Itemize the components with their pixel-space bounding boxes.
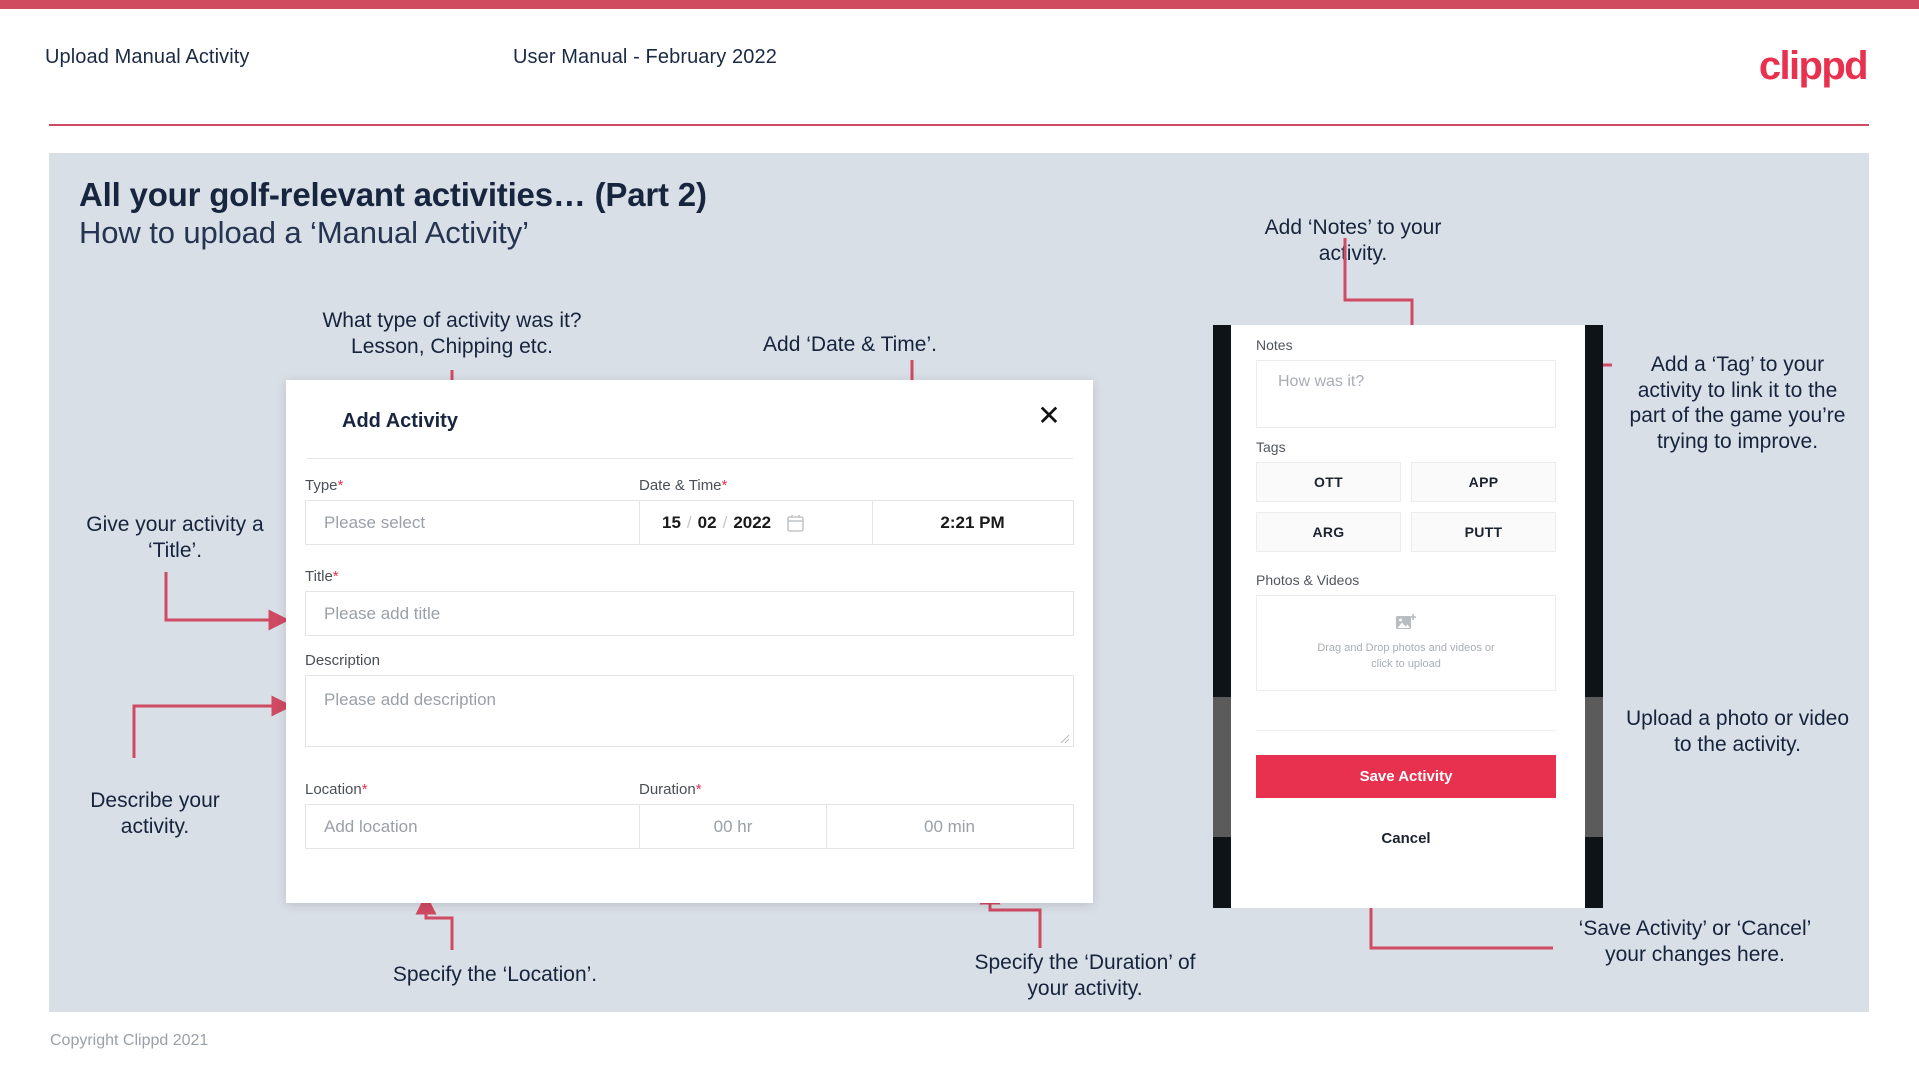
duration-minutes-input[interactable]: 00 min (826, 817, 1073, 837)
tag-button-ott[interactable]: OTT (1256, 462, 1401, 502)
time-value: 2:21 PM (940, 512, 1005, 532)
header-center-title: User Manual - February 2022 (513, 46, 777, 68)
notes-placeholder: How was it? (1278, 373, 1365, 390)
top-accent-bar (0, 0, 1919, 9)
type-placeholder: Please select (324, 512, 426, 532)
date-input[interactable]: 15 / 02 / 2022 (640, 513, 872, 533)
annotation-upload: Upload a photo or video to the activity. (1626, 707, 1849, 756)
title-label-text: Title (305, 568, 333, 585)
annotation-description-line2: activity. (120, 814, 190, 838)
tags-label: Tags (1256, 439, 1286, 455)
tag-button-app[interactable]: APP (1411, 462, 1556, 502)
dropzone-line1: Drag and Drop photos and videos or (1317, 642, 1495, 655)
description-label-text: Description (305, 652, 381, 669)
annotation-description: Describe your activity. (40, 788, 270, 839)
page-subtitle: How to upload a ‘Manual Activity’ (79, 215, 529, 250)
duration-hours-input[interactable]: 00 hr (640, 817, 826, 837)
location-label: Location* (305, 781, 368, 798)
dialog-title: Add Activity (342, 410, 458, 432)
date-year: 2022 (733, 512, 772, 532)
datetime-label: Date & Time* (639, 477, 727, 494)
resize-grip-icon[interactable] (1058, 732, 1070, 744)
duration-minutes-placeholder: 00 min (923, 816, 976, 836)
dropzone-text: Drag and Drop photos and videos or click… (1317, 641, 1494, 673)
copyright-text: Copyright Clippd 2021 (50, 1032, 209, 1049)
clippd-logo: clippd (1758, 44, 1869, 88)
datetime-divider (872, 501, 873, 544)
annotation-notes: Add ‘Notes’ to your activity. (1218, 215, 1488, 266)
annotation-title: Give your activity a ‘Title’. (40, 512, 310, 563)
annotation-title-line2: ‘Title’. (147, 538, 203, 562)
annotation-description-line1: Describe your (90, 789, 220, 812)
date-sep-2: / (722, 512, 728, 532)
notes-label: Notes (1256, 337, 1293, 353)
annotation-type-line1: What type of activity was it? (322, 309, 582, 332)
datetime-required: * (721, 477, 728, 494)
dialog-divider (307, 458, 1073, 459)
description-textarea[interactable]: Please add description (305, 675, 1074, 747)
notes-textarea[interactable] (1256, 360, 1556, 428)
add-image-icon (1396, 614, 1416, 630)
phone-left-scrollbar[interactable] (1213, 697, 1231, 837)
description-label: Description (305, 652, 380, 669)
annotation-title-line1: Give your activity a (86, 513, 264, 536)
annotation-type-line2: Lesson, Chipping etc. (351, 334, 553, 358)
description-placeholder: Please add description (324, 690, 497, 709)
tag-button-putt[interactable]: PUTT (1411, 512, 1556, 552)
duration-hours-placeholder: 00 hr (713, 816, 753, 836)
title-label: Title* (305, 568, 339, 585)
phone-right-scrollbar[interactable] (1585, 697, 1603, 837)
close-icon[interactable]: ✕ (1034, 402, 1064, 432)
header-left-title: Upload Manual Activity (45, 46, 250, 68)
annotation-datetime: Add ‘Date & Time’. (763, 333, 937, 356)
title-placeholder: Please add title (324, 603, 441, 623)
title-input[interactable]: Please add title (305, 591, 1074, 636)
title-required: * (332, 568, 339, 585)
location-input[interactable]: Add location (305, 804, 677, 849)
location-required: * (361, 781, 368, 798)
save-activity-button[interactable]: Save Activity (1256, 755, 1556, 798)
duration-required: * (695, 781, 702, 798)
location-label-text: Location (305, 781, 362, 798)
annotation-save-cancel: ‘Save Activity’ or ‘Cancel’ your changes… (1578, 917, 1812, 966)
phone-preview: Notes How was it? Tags OTT APP ARG PUTT … (1213, 325, 1603, 908)
duration-label-text: Duration (639, 781, 696, 798)
cancel-button[interactable]: Cancel (1256, 830, 1556, 847)
type-required: * (337, 477, 344, 494)
date-sep-1: / (686, 512, 692, 532)
date-month: 02 (697, 512, 717, 532)
phone-divider (1256, 730, 1556, 731)
type-label: Type* (305, 477, 343, 494)
dropzone-line2: click to upload (1371, 658, 1441, 670)
annotation-notes-line1: Add ‘Notes’ to your (1264, 216, 1442, 239)
page-title: All your golf-relevant activities… (Part… (79, 176, 707, 213)
duration-divider (826, 805, 827, 848)
header-divider (49, 124, 1869, 126)
type-label-text: Type (305, 477, 338, 494)
type-select[interactable]: Please select (305, 500, 677, 545)
annotation-notes-line2: activity. (1318, 241, 1388, 265)
location-placeholder: Add location (324, 816, 418, 836)
annotation-type: What type of activity was it? Lesson, Ch… (292, 308, 612, 359)
photos-label: Photos & Videos (1256, 572, 1360, 588)
photo-dropzone[interactable]: Drag and Drop photos and videos or click… (1256, 595, 1556, 691)
date-day: 15 (662, 512, 681, 532)
annotation-duration: Specify the ‘Duration’ of your activity. (974, 951, 1196, 1000)
calendar-icon[interactable] (787, 514, 804, 532)
duration-field[interactable]: 00 hr 00 min (639, 804, 1074, 849)
datetime-label-text: Date & Time (639, 477, 722, 494)
phone-screen: Notes How was it? Tags OTT APP ARG PUTT … (1231, 325, 1585, 908)
slide-page: Upload Manual Activity User Manual - Feb… (0, 0, 1919, 1079)
tag-button-arg[interactable]: ARG (1256, 512, 1401, 552)
annotation-tag: Add a ‘Tag’ to your activity to link it … (1629, 353, 1846, 453)
time-input[interactable]: 2:21 PM (872, 513, 1073, 533)
add-activity-dialog: Add Activity ✕ Type* Please select Date … (286, 380, 1093, 903)
annotation-location: Specify the ‘Location’. (392, 963, 598, 986)
datetime-field[interactable]: 15 / 02 / 2022 2:21 PM (639, 500, 1074, 545)
duration-label: Duration* (639, 781, 702, 798)
